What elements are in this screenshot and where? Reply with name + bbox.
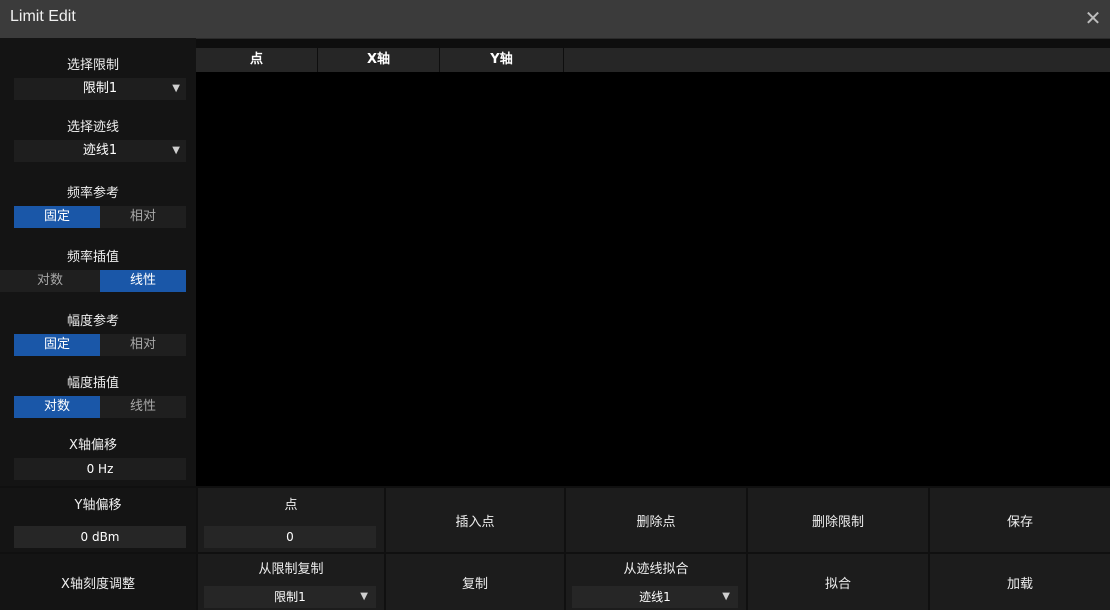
fit-from-trace-label: 从迹线拟合 bbox=[623, 562, 689, 577]
copy-button[interactable]: 复制 bbox=[386, 554, 564, 610]
freq-interpolation-linear-option[interactable]: 线性 bbox=[100, 270, 186, 292]
x-scale-adjust-button[interactable]: X轴刻度调整 bbox=[0, 554, 196, 610]
amp-reference-label: 幅度参考 bbox=[66, 314, 119, 329]
freq-reference-relative-option[interactable]: 相对 bbox=[100, 206, 186, 228]
amp-interpolation-toggle: 对数 线性 bbox=[14, 396, 186, 418]
x-offset-field[interactable]: 0 Hz bbox=[14, 458, 186, 480]
point-field[interactable]: 0 bbox=[204, 526, 376, 548]
delete-limit-button[interactable]: 删除限制 bbox=[748, 488, 928, 552]
amp-reference-fixed-option[interactable]: 固定 bbox=[14, 334, 100, 356]
freq-reference-label: 频率参考 bbox=[66, 186, 119, 201]
column-header-empty bbox=[564, 48, 1110, 72]
y-offset-label: Y轴偏移 bbox=[74, 498, 122, 513]
point-cell: 点 0 bbox=[198, 488, 384, 552]
amp-reference-relative-option[interactable]: 相对 bbox=[100, 334, 186, 356]
select-trace-value: 迹线1 bbox=[82, 143, 118, 158]
copy-from-limit-value: 限制1 bbox=[274, 590, 306, 604]
fit-from-trace-cell: 从迹线拟合 迹线1 ▼ bbox=[566, 554, 746, 610]
close-icon[interactable]: ✕ bbox=[1080, 5, 1106, 31]
triangle-down-icon: ▼ bbox=[172, 83, 180, 94]
x-scale-adjust-label: X轴刻度调整 bbox=[61, 576, 135, 592]
select-limit-dropdown[interactable]: 限制1 ▼ bbox=[14, 78, 186, 100]
amp-interpolation-linear-option[interactable]: 线性 bbox=[100, 396, 186, 418]
amp-reference-toggle: 固定 相对 bbox=[14, 334, 186, 356]
select-trace-dropdown[interactable]: 迹线1 ▼ bbox=[14, 140, 186, 162]
delete-point-label: 删除点 bbox=[636, 514, 676, 530]
fit-label: 拟合 bbox=[824, 576, 851, 592]
save-label: 保存 bbox=[1006, 514, 1033, 530]
fit-from-trace-value: 迹线1 bbox=[639, 590, 671, 604]
insert-point-label: 插入点 bbox=[455, 514, 495, 530]
column-header-y-axis: Y轴 bbox=[440, 48, 564, 72]
fit-button[interactable]: 拟合 bbox=[748, 554, 928, 610]
fit-from-trace-dropdown[interactable]: 迹线1 ▼ bbox=[572, 586, 738, 608]
freq-reference-fixed-option[interactable]: 固定 bbox=[14, 206, 100, 228]
select-trace-label: 选择迹线 bbox=[66, 120, 119, 135]
limit-points-table[interactable]: 点 X轴 Y轴 bbox=[196, 48, 1110, 486]
copy-from-limit-cell: 从限制复制 限制1 ▼ bbox=[198, 554, 384, 610]
freq-reference-toggle: 固定 相对 bbox=[14, 206, 186, 228]
delete-point-button[interactable]: 删除点 bbox=[566, 488, 746, 552]
amp-interpolation-label: 幅度插值 bbox=[66, 376, 119, 391]
y-offset-field[interactable]: 0 dBm bbox=[14, 526, 186, 548]
copy-from-limit-label: 从限制复制 bbox=[258, 562, 324, 577]
triangle-down-icon: ▼ bbox=[172, 145, 180, 156]
save-button[interactable]: 保存 bbox=[930, 488, 1110, 552]
column-header-x-axis: X轴 bbox=[318, 48, 440, 72]
table-header: 点 X轴 Y轴 bbox=[196, 48, 1110, 72]
load-label: 加载 bbox=[1006, 576, 1033, 592]
delete-limit-label: 删除限制 bbox=[811, 514, 864, 530]
amp-interpolation-log-option[interactable]: 对数 bbox=[14, 396, 100, 418]
freq-interpolation-label: 频率插值 bbox=[66, 250, 119, 265]
insert-point-button[interactable]: 插入点 bbox=[386, 488, 564, 552]
select-limit-value: 限制1 bbox=[82, 81, 118, 96]
load-button[interactable]: 加载 bbox=[930, 554, 1110, 610]
y-offset-cell: Y轴偏移 0 dBm bbox=[0, 488, 196, 552]
select-limit-label: 选择限制 bbox=[66, 58, 119, 73]
copy-from-limit-dropdown[interactable]: 限制1 ▼ bbox=[204, 586, 376, 608]
triangle-down-icon: ▼ bbox=[360, 591, 368, 602]
column-header-point: 点 bbox=[196, 48, 318, 72]
freq-interpolation-log-option[interactable]: 对数 bbox=[0, 270, 100, 292]
title-bar: Limit Edit ✕ bbox=[0, 0, 1110, 39]
copy-label: 复制 bbox=[461, 576, 488, 592]
triangle-down-icon: ▼ bbox=[722, 591, 730, 602]
freq-interpolation-toggle: 对数 线性 bbox=[0, 270, 186, 292]
window-title: Limit Edit bbox=[10, 8, 76, 25]
point-label: 点 bbox=[284, 498, 298, 513]
x-offset-label: X轴偏移 bbox=[69, 438, 117, 453]
bottom-controls: Y轴偏移 0 dBm 点 0 插入点 删除点 删除限制 保存 X轴刻度调整 从限… bbox=[0, 486, 1110, 610]
